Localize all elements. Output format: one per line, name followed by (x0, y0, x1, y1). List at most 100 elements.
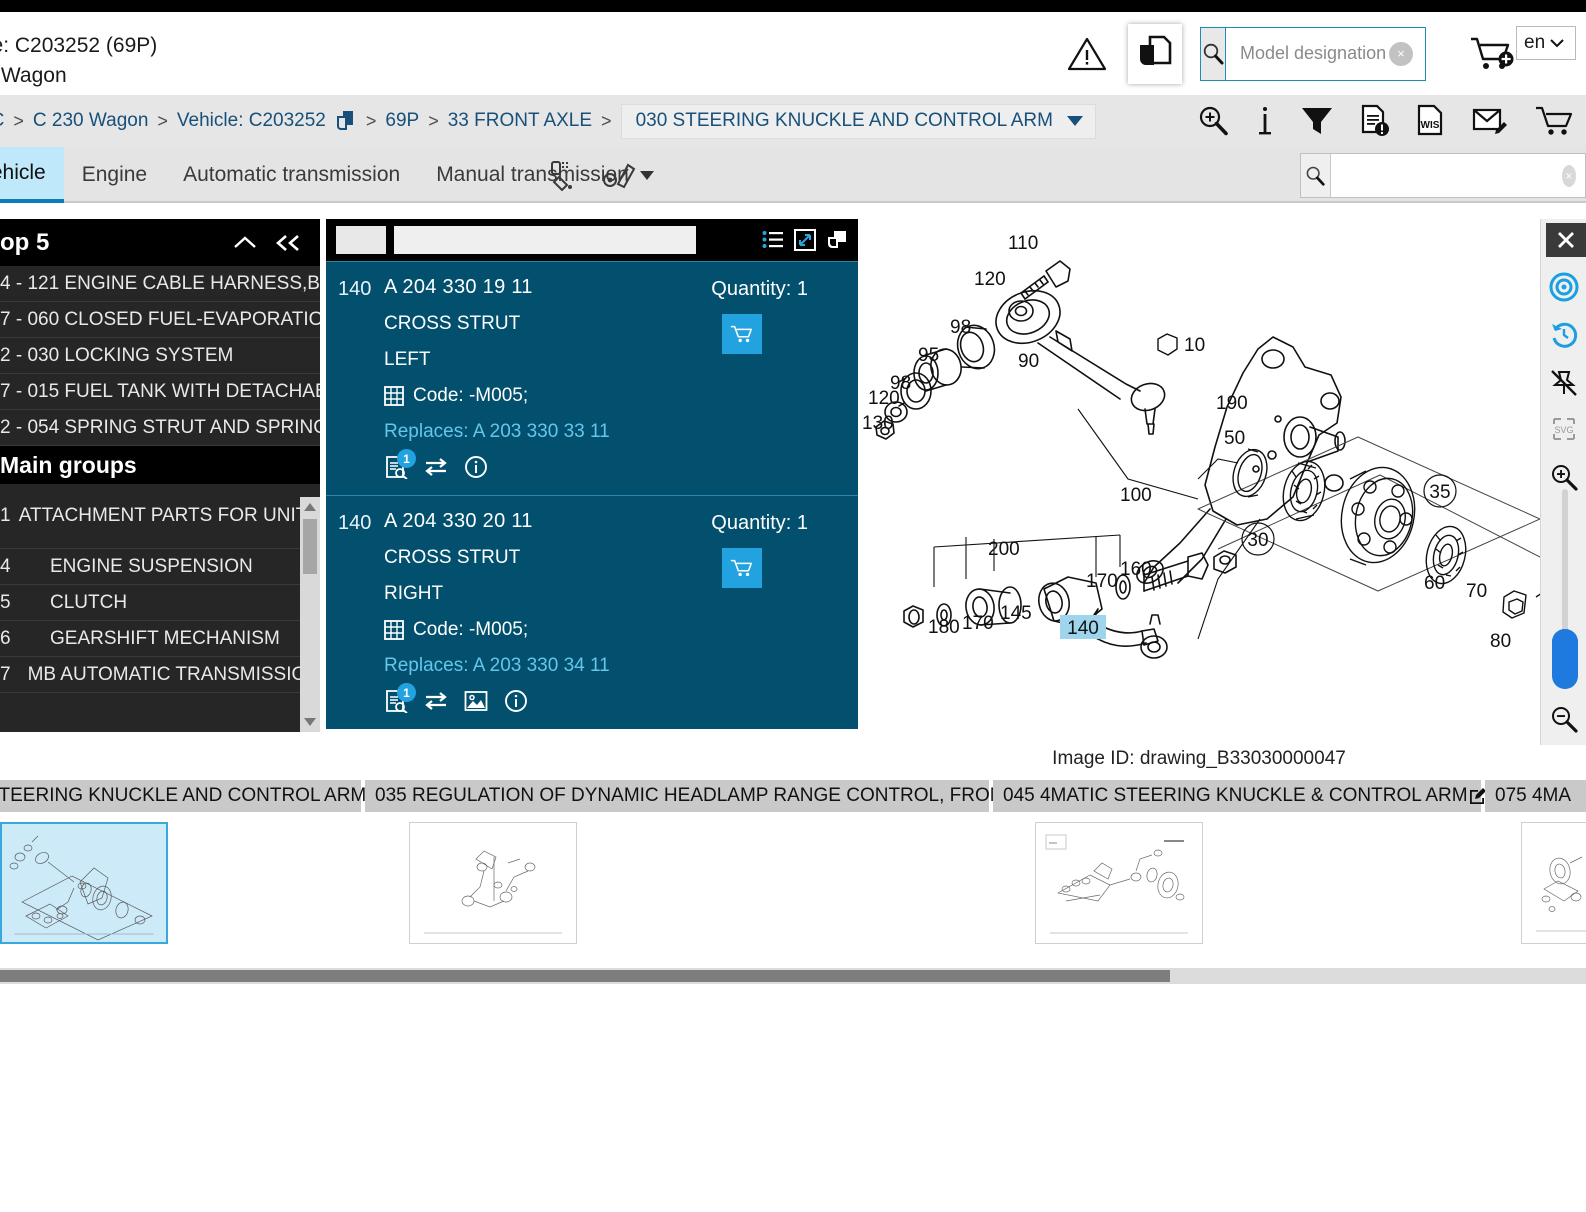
parts-panel-header-icons (762, 229, 848, 251)
thumbnail-image[interactable] (409, 822, 577, 944)
table-grid-icon[interactable] (384, 620, 404, 640)
breadcrumb-item-code[interactable]: 69P (385, 110, 419, 132)
tab-vehicle[interactable]: Vehicle (0, 147, 64, 203)
exchange-arrows-icon[interactable] (424, 690, 448, 712)
part-row[interactable]: 140 A 204 330 19 11 CROSS STRUT LEFT Cod… (326, 261, 858, 495)
breadcrumb-item-vehicle[interactable]: Vehicle: C203252 (177, 110, 326, 132)
scrollbar-thumb[interactable] (0, 970, 1170, 982)
close-panel-icon[interactable] (1546, 223, 1586, 257)
breadcrumb-separator: > (365, 110, 377, 131)
svg-text:120: 120 (974, 269, 1006, 290)
svg-export-icon[interactable]: SVG (1544, 409, 1584, 449)
cart-icon[interactable] (1534, 105, 1576, 137)
image-id-label: Image ID: drawing_B33030000047 (1052, 748, 1346, 769)
breadcrumb-item-group[interactable]: 33 FRONT AXLE (448, 110, 592, 132)
horizontal-scrollbar[interactable] (0, 968, 1586, 984)
expand-icon[interactable] (794, 229, 816, 251)
filter-icon[interactable] (1300, 105, 1334, 137)
svg-text:160: 160 (1120, 559, 1152, 580)
table-grid-icon[interactable] (384, 386, 404, 406)
zoom-in-icon[interactable] (1196, 104, 1230, 138)
sidebar-top5-title: op 5 (0, 228, 50, 256)
target-icon[interactable] (1544, 267, 1584, 307)
breadcrumb-toolbar: WIS (1196, 95, 1576, 147)
sidebar-group-number: 6 (0, 627, 11, 649)
breadcrumb-item-model[interactable]: C 230 Wagon (33, 110, 148, 132)
svg-text:50: 50 (1224, 428, 1245, 449)
svg-text:70: 70 (1466, 581, 1487, 602)
info-circle-icon[interactable] (464, 455, 488, 479)
sidebar-group-item[interactable]: 6 GEARSHIFT MECHANISM (0, 621, 320, 657)
paint-code-icon[interactable] (545, 159, 579, 191)
scrollbar-thumb[interactable] (303, 519, 317, 574)
zoom-slider-handle[interactable] (1552, 629, 1578, 689)
copy-icon[interactable] (335, 109, 357, 133)
part-replaces[interactable]: Replaces: A 203 330 34 11 (384, 655, 858, 677)
info-icon[interactable] (1256, 104, 1274, 138)
thumbnail-image[interactable] (1521, 822, 1586, 944)
copy-documents-icon[interactable] (1128, 23, 1182, 84)
header-icon-group: × en (1064, 12, 1576, 95)
thumbnail-item[interactable]: 035 REGULATION OF DYNAMIC HEADLAMP RANGE… (365, 780, 1034, 944)
document-search-icon[interactable]: 1 (384, 449, 416, 479)
model-search-input[interactable] (1226, 27, 1472, 80)
thumbnail-item[interactable]: 075 4MA (1485, 780, 1586, 944)
sidebar-group-item[interactable]: 4 ENGINE SUSPENSION (0, 549, 320, 585)
thumbnail-item[interactable]: 045 4MATIC STEERING KNUCKLE & CONTROL AR… (993, 780, 1486, 944)
secondary-search-input[interactable] (1330, 154, 1562, 197)
svg-text:SVG: SVG (1554, 425, 1573, 435)
wis-document-icon[interactable]: WIS (1416, 104, 1446, 138)
tab-engine[interactable]: Engine (64, 147, 165, 203)
sidebar-scrollbar[interactable] (300, 497, 320, 732)
part-row[interactable]: 140 A 204 330 20 11 CROSS STRUT RIGHT Co… (326, 495, 858, 729)
sidebar-top5-item[interactable]: 7 - 015 FUEL TANK WITH DETACHABL... (0, 374, 320, 410)
history-undo-icon[interactable] (1544, 315, 1584, 355)
scroll-down-arrow-icon[interactable] (304, 718, 316, 726)
breadcrumb-item-pc[interactable]: PC (0, 110, 4, 132)
sidebar-top5-item[interactable]: 2 - 054 SPRING STRUT AND SPRING ... (0, 410, 320, 446)
warning-triangle-icon[interactable] (1064, 31, 1110, 77)
sidebar-top5-item[interactable]: 7 - 060 CLOSED FUEL-EVAPORATION-... (0, 302, 320, 338)
part-replaces[interactable]: Replaces: A 203 330 33 11 (384, 421, 858, 443)
breadcrumb-current-select[interactable]: 030 STEERING KNUCKLE AND CONTROL ARM (620, 103, 1096, 139)
chevron-up-icon[interactable] (232, 234, 258, 252)
part-side: LEFT (384, 349, 431, 370)
parts-panel-field-wide[interactable] (394, 226, 696, 254)
sidebar-top5-item[interactable]: 2 - 030 LOCKING SYSTEM (0, 338, 320, 374)
sidebar-group-item[interactable]: 1 ATTACHMENT PARTS FOR UNITS (0, 484, 320, 549)
exchange-arrows-icon[interactable] (424, 456, 448, 478)
parts-panel-field-small[interactable] (336, 226, 386, 254)
engine-code-icon[interactable] (601, 159, 637, 191)
part-code-label: Code: -M005; (413, 385, 529, 406)
model-search-box[interactable]: × (1200, 26, 1472, 81)
document-search-icon[interactable]: 1 (384, 683, 416, 713)
secondary-search-clear-icon[interactable]: × (1561, 164, 1576, 187)
list-view-icon[interactable] (762, 230, 784, 250)
thumbnail-item[interactable]: 0 STEERING KNUCKLE AND CONTROL ARM (0, 780, 385, 944)
sidebar-top5-item[interactable]: 4 - 121 ENGINE CABLE HARNESS,BO... (0, 266, 320, 302)
secondary-search-box[interactable]: × (1300, 153, 1586, 198)
thumbnail-label-bar: 045 4MATIC STEERING KNUCKLE & CONTROL AR… (993, 780, 1486, 812)
thumbnail-image[interactable] (1035, 822, 1203, 944)
breadcrumb-separator: > (428, 110, 439, 131)
tab-automatic-transmission[interactable]: Automatic transmission (165, 147, 418, 203)
scroll-up-arrow-icon[interactable] (304, 503, 316, 511)
cart-add-icon[interactable] (1466, 31, 1518, 77)
sidebar-group-item[interactable]: 7 MB AUTOMATIC TRANSMISSION (0, 657, 320, 693)
copy-panel-icon[interactable] (826, 229, 848, 251)
info-circle-icon[interactable] (504, 689, 528, 713)
parts-diagram[interactable]: 110 120 98 95 98 120 130 90 10 190 50 10… (858, 219, 1540, 737)
double-chevron-left-icon[interactable] (274, 233, 302, 253)
add-to-cart-button[interactable] (722, 314, 762, 354)
image-icon[interactable] (464, 690, 488, 712)
mail-edit-icon[interactable] (1472, 106, 1508, 136)
add-to-cart-button[interactable] (722, 548, 762, 588)
document-alert-icon[interactable] (1360, 104, 1390, 138)
unpin-icon[interactable] (1544, 363, 1584, 403)
model-search-clear-icon[interactable]: × (1389, 41, 1413, 66)
zoom-out-icon[interactable] (1544, 699, 1584, 739)
sidebar-group-item[interactable]: 5 CLUTCH (0, 585, 320, 621)
language-selector[interactable]: en (1516, 26, 1576, 60)
thumbnail-image[interactable] (0, 822, 168, 944)
app-header: hicle: C203252 (69P) 230 Wagon (0, 12, 1586, 95)
